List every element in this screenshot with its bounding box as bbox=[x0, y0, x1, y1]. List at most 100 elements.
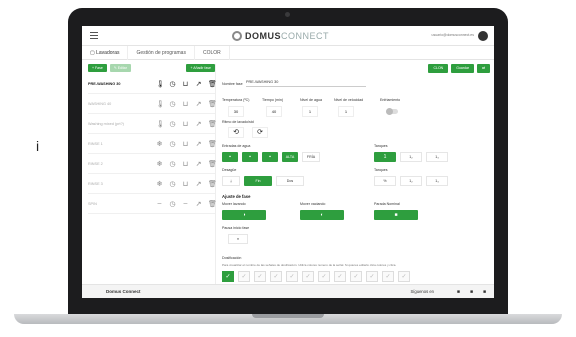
laptop-notch bbox=[252, 314, 324, 318]
speed-icon: ↗ bbox=[195, 80, 202, 88]
add-phase-button[interactable]: + Añadir fase bbox=[186, 64, 215, 72]
inlet-cold-button[interactable]: FRÍA bbox=[302, 152, 320, 162]
delete-icon[interactable]: 🗑 bbox=[208, 100, 217, 108]
inlet-1-button[interactable]: ▪ bbox=[222, 152, 238, 162]
program-sidebar: + Fase ✎ Editar + Añadir fase PRE-WASHIN… bbox=[88, 64, 217, 286]
logo-suffix: CONNECT bbox=[281, 31, 329, 41]
tank-option-3[interactable]: 1₃ bbox=[426, 152, 448, 162]
program-row[interactable]: RINSE 2 ❄ ◷ ⊔ ↗ 🗑 bbox=[88, 154, 217, 174]
clone-button[interactable]: CLON bbox=[428, 64, 449, 73]
program-row[interactable]: PRE-WASHING 30 🌡 ◷ ⊔ ↗ 🗑 bbox=[88, 74, 217, 94]
twitter-icon[interactable]: ■ bbox=[470, 289, 473, 295]
phase-form: Nombre fase PRE-WASHING 30 Temperatura (… bbox=[222, 78, 490, 283]
footer-follow: Síguenos en bbox=[410, 289, 434, 294]
program-row[interactable]: RINSE 1 ❄ ◷ ⊔ ↗ 🗑 bbox=[88, 134, 217, 154]
drum-rhythm-a[interactable]: ⟲ bbox=[228, 127, 244, 138]
program-name: Washing mixed (prt?) bbox=[88, 121, 124, 126]
phase-name-input[interactable]: PRE-WASHING 30 bbox=[246, 80, 366, 87]
program-row[interactable]: SPIN – ◷ – ↗ 🗑 bbox=[88, 194, 217, 214]
dosing-check[interactable]: ✓ bbox=[318, 271, 330, 282]
wash-move-button[interactable]: ◑ bbox=[222, 210, 266, 220]
dosing-check[interactable]: ✓ bbox=[270, 271, 282, 282]
tank2-option-3[interactable]: 1₃ bbox=[426, 176, 448, 186]
dosing-check[interactable]: ✓ bbox=[382, 271, 394, 282]
drum-rhythm-b[interactable]: ⟳ bbox=[252, 127, 268, 138]
pause-button[interactable]: ⏸ bbox=[228, 234, 248, 244]
drum-rhythm-label: Ritmo de lavado/std bbox=[222, 120, 254, 124]
delete-icon[interactable]: 🗑 bbox=[208, 140, 217, 148]
save-button[interactable]: Guardar bbox=[451, 64, 475, 73]
delete-icon[interactable]: 🗑 bbox=[208, 80, 217, 88]
tank2-option-1[interactable]: % bbox=[374, 176, 396, 186]
temp-value[interactable]: 30 bbox=[228, 106, 244, 117]
tab-lavadoras[interactable]: Lavadoras bbox=[82, 46, 129, 60]
tank2-option-2[interactable]: 1₂ bbox=[400, 176, 422, 186]
time-label: Tiempo (min) bbox=[262, 98, 284, 102]
drain-end-button[interactable]: Fin bbox=[244, 176, 272, 186]
program-name: PRE-WASHING 30 bbox=[88, 81, 121, 86]
hamburger-menu-icon[interactable] bbox=[90, 32, 98, 39]
water-level-icon: ⊔ bbox=[182, 80, 189, 88]
program-row[interactable]: RINSE 3 ❄ ◷ ⊔ ↗ 🗑 bbox=[88, 174, 217, 194]
add-button[interactable]: + Fase bbox=[88, 64, 107, 72]
thermometer-icon: 🌡 bbox=[156, 120, 165, 128]
program-row[interactable]: WASHING 40 🌡 ◷ ⊔ ↗ 🗑 bbox=[88, 94, 217, 114]
dosing-check[interactable]: ✓ bbox=[398, 271, 410, 282]
program-name: SPIN bbox=[88, 201, 97, 206]
laptop-chin bbox=[68, 296, 508, 314]
drain-option-button[interactable]: Dos bbox=[276, 176, 304, 186]
cooling-label: Enfriamiento bbox=[380, 98, 401, 102]
pause-label: Pausa inicio fase bbox=[222, 226, 250, 230]
delete-icon[interactable]: 🗑 bbox=[208, 120, 217, 128]
speed-value[interactable]: 1 bbox=[338, 106, 354, 117]
tank-option-2[interactable]: 1₂ bbox=[400, 152, 422, 162]
dosing-check[interactable]: ✓ bbox=[222, 271, 234, 282]
user-avatar-icon[interactable] bbox=[478, 31, 488, 41]
drain-move-button[interactable]: ◐ bbox=[300, 210, 344, 220]
delete-icon[interactable]: 🗑 bbox=[208, 180, 217, 188]
dosing-check[interactable]: ✓ bbox=[350, 271, 362, 282]
program-row[interactable]: Washing mixed (prt?) 🌡 ◷ ⊔ ↗ 🗑 bbox=[88, 114, 217, 134]
dash-icon: – bbox=[183, 200, 188, 207]
dosing-check[interactable]: ✓ bbox=[334, 271, 346, 282]
program-name: RINSE 1 bbox=[88, 141, 103, 146]
snowflake-icon: ❄ bbox=[156, 160, 163, 168]
water-inlets-label: Entradas de agua bbox=[222, 144, 251, 148]
linkedin-icon[interactable]: ■ bbox=[483, 289, 486, 295]
dosing-check[interactable]: ✓ bbox=[366, 271, 378, 282]
speed-icon: ↗ bbox=[195, 140, 202, 148]
tab-gestion-programas[interactable]: Gestión de programas bbox=[128, 46, 195, 60]
inlet-3-button[interactable]: ▪ bbox=[262, 152, 278, 162]
dash-icon: – bbox=[157, 200, 162, 207]
snowflake-icon: ❄ bbox=[156, 140, 163, 148]
time-value[interactable]: 40 bbox=[266, 106, 282, 117]
dosing-check[interactable]: ✓ bbox=[238, 271, 250, 282]
tank-option-1[interactable]: 1 bbox=[374, 152, 396, 162]
swap-button[interactable]: ⇄ bbox=[477, 64, 490, 73]
inlet-2-button[interactable]: ▪ bbox=[242, 152, 258, 162]
stop-button[interactable]: ■ bbox=[374, 210, 418, 220]
tab-color[interactable]: COLOR bbox=[195, 46, 230, 60]
delete-icon[interactable]: 🗑 bbox=[208, 160, 217, 168]
program-name: RINSE 2 bbox=[88, 161, 103, 166]
dosing-check[interactable]: ✓ bbox=[302, 271, 314, 282]
speed-icon: ↗ bbox=[195, 200, 202, 208]
cooling-toggle[interactable] bbox=[386, 108, 398, 115]
logo-prefix: DOMUS bbox=[245, 31, 281, 41]
drain-icon[interactable]: ⤓ bbox=[222, 176, 240, 186]
delete-icon[interactable]: 🗑 bbox=[208, 200, 217, 208]
camera bbox=[285, 12, 290, 17]
program-name: RINSE 3 bbox=[88, 181, 103, 186]
inlet-hot-button[interactable]: ALTA bbox=[282, 152, 298, 162]
water-value[interactable]: 1 bbox=[302, 106, 318, 117]
dosing-check[interactable]: ✓ bbox=[286, 271, 298, 282]
clock-icon: ◷ bbox=[169, 200, 176, 208]
water-level-label: Nivel de agua bbox=[300, 98, 322, 102]
app-screen: DOMUSCONNECT usuario@domusconnect.es Lav… bbox=[82, 26, 494, 298]
facebook-icon[interactable]: ■ bbox=[457, 289, 460, 295]
program-name: WASHING 40 bbox=[88, 101, 112, 106]
phase-adjust-title: Ajuste de fase bbox=[222, 194, 251, 199]
app-footer: Domus Connect Síguenos en ■ ■ ■ bbox=[82, 284, 494, 298]
dosing-check[interactable]: ✓ bbox=[254, 271, 266, 282]
edit-button[interactable]: ✎ Editar bbox=[109, 64, 131, 72]
